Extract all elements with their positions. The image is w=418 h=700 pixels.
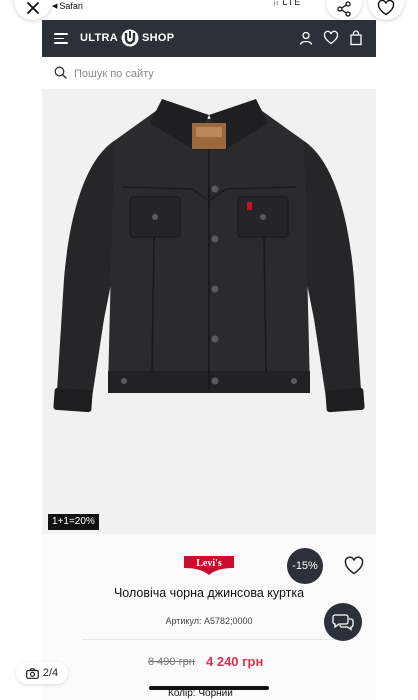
favorite-top-button[interactable] [368,0,404,20]
search-input[interactable] [72,63,356,85]
site-header: ULTRA SHOP [42,20,376,57]
wishlist-heart-icon[interactable] [344,556,364,576]
wishlist-icon[interactable] [323,30,339,46]
new-price: 4 240 грн [206,654,264,669]
share-button[interactable] [326,0,362,20]
gallery-counter-text: 2/4 [42,667,59,679]
discount-badge: -15% [287,548,323,584]
chat-button[interactable] [324,603,362,641]
gallery-counter[interactable]: 2/4 [16,662,68,684]
logo-mark-icon [121,29,139,47]
levis-logo[interactable]: Levi's [183,554,235,576]
old-price: 8 490 грн [148,656,195,668]
denim-jacket-image [53,99,365,413]
search-bar [42,57,376,90]
divider [82,639,336,640]
menu-icon[interactable] [54,32,68,44]
product-title: Чоловіча чорна джинсова куртка [113,586,305,600]
promo-badge: 1+1=20% [48,514,99,530]
camera-icon [25,667,39,679]
svg-text:Levi's: Levi's [196,558,222,569]
user-icon[interactable] [298,30,314,46]
safari-back-label: Safari [59,1,83,11]
share-icon [337,1,351,17]
search-icon[interactable] [54,66,67,79]
back-triangle-icon: ◀ [52,3,58,10]
product-image[interactable] [42,89,376,534]
heart-icon [377,0,395,16]
cart-icon[interactable] [348,30,364,46]
sku-label: Артикул: [165,616,202,626]
close-icon [27,2,39,14]
home-indicator [149,686,269,690]
chat-icon [332,614,354,631]
logo-text-left: ULTRA [80,32,118,44]
signal-indicator: ᵢₗ LTE [274,0,302,7]
sku-value: A5782;0000 [204,616,253,626]
safari-back-link[interactable]: ◀ Safari [52,1,83,11]
logo-text-right: SHOP [141,32,175,44]
site-logo[interactable]: ULTRA SHOP [80,29,174,47]
close-button[interactable] [14,0,52,20]
